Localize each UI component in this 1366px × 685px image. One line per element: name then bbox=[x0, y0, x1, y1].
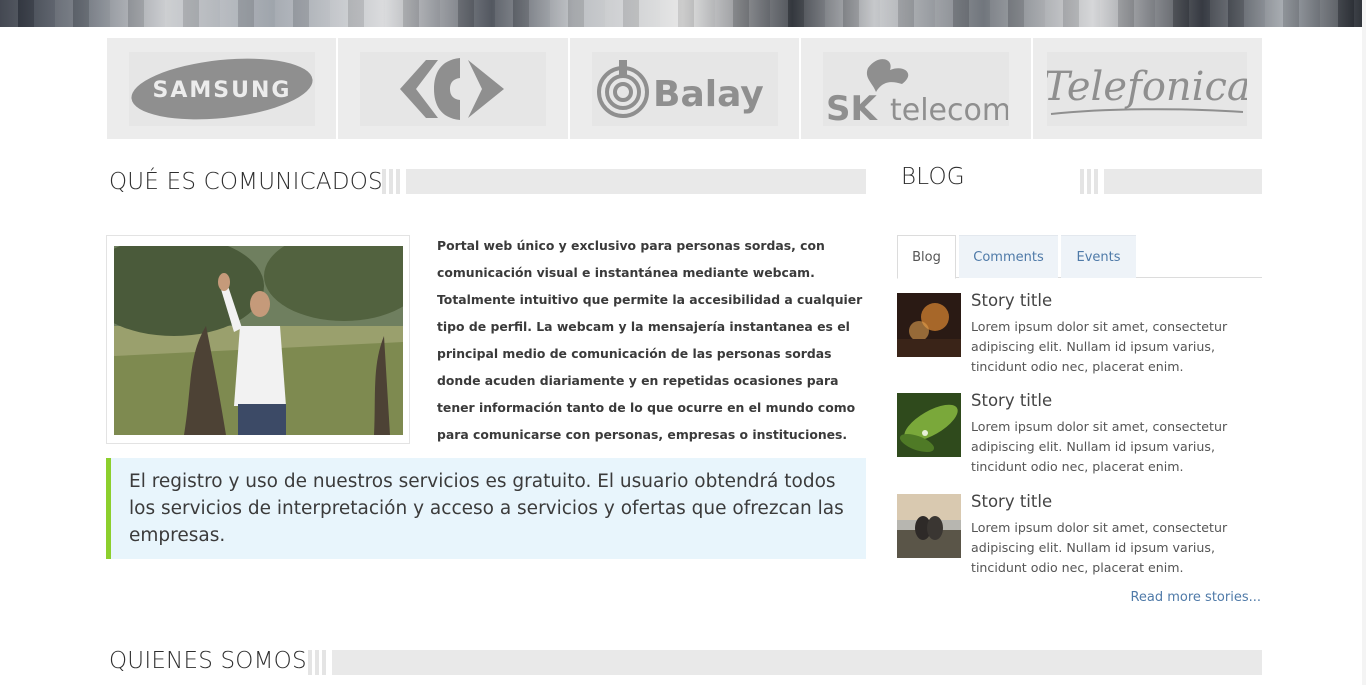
sponsor-sk-telecom[interactable]: SK telecom bbox=[801, 38, 1033, 139]
story-title[interactable]: Story title bbox=[971, 492, 1052, 511]
about-intro-text: Portal web único y exclusivo para person… bbox=[437, 238, 863, 442]
title-decoration-stripes bbox=[308, 650, 326, 675]
sponsor-carrefour[interactable] bbox=[338, 38, 570, 139]
sponsor-balay[interactable]: Balay bbox=[570, 38, 802, 139]
carrefour-logo-icon bbox=[400, 57, 505, 120]
sponsor-telefonica[interactable]: Telefonica bbox=[1033, 38, 1262, 139]
story-excerpt: Lorem ipsum dolor sit amet, consectetur … bbox=[971, 319, 1228, 374]
sk-telecom-logo-icon: SK telecom bbox=[826, 58, 1008, 126]
svg-text:telecom: telecom bbox=[890, 93, 1008, 126]
blog-tabs: Blog Comments Events bbox=[897, 235, 1262, 279]
hero-image-strip bbox=[0, 0, 1366, 27]
title-decoration-bar bbox=[332, 650, 1262, 675]
video-still-image bbox=[114, 246, 403, 435]
page-scrollbar[interactable] bbox=[1362, 0, 1366, 685]
callout-text: El registro y uso de nuestros servicios … bbox=[129, 471, 844, 546]
read-more-stories-link[interactable]: Read more stories... bbox=[1130, 590, 1261, 605]
concert-photo-thumbnail[interactable] bbox=[897, 293, 961, 357]
free-registration-callout: El registro y uso de nuestros servicios … bbox=[106, 458, 866, 559]
story-excerpt: Lorem ipsum dolor sit amet, consectetur … bbox=[971, 419, 1228, 474]
blog-story[interactable]: Story title Lorem ipsum dolor sit amet, … bbox=[897, 291, 1262, 383]
balay-logo-icon: Balay bbox=[596, 59, 764, 118]
title-decoration-bar bbox=[406, 169, 866, 194]
title-decoration-bar bbox=[1104, 169, 1262, 194]
tab-blog[interactable]: Blog bbox=[897, 235, 956, 279]
intro-video[interactable] bbox=[114, 246, 403, 435]
about-title: QUÉ ES COMUNICADOS bbox=[109, 169, 383, 195]
intro-video-frame bbox=[106, 235, 410, 444]
story-title[interactable]: Story title bbox=[971, 291, 1052, 310]
title-decoration-stripes bbox=[1080, 169, 1098, 194]
blog-title: BLOG bbox=[901, 164, 965, 190]
telefonica-logo-icon: Telefonica bbox=[1047, 64, 1247, 115]
couple-photo-thumbnail[interactable] bbox=[897, 494, 961, 558]
story-title[interactable]: Story title bbox=[971, 391, 1052, 410]
telefonica-logo-text: Telefonica bbox=[1047, 64, 1247, 110]
blog-story[interactable]: Story title Lorem ipsum dolor sit amet, … bbox=[897, 391, 1262, 483]
samsung-logo-icon: SAMSUNG bbox=[131, 58, 313, 119]
sponsor-samsung[interactable]: SAMSUNG bbox=[107, 38, 339, 139]
team-title: QUIENES SOMOS bbox=[109, 648, 307, 674]
sponsor-logos: SAMSUNG Balay SK telecom Telefonica bbox=[107, 38, 1262, 139]
leaf-photo-thumbnail[interactable] bbox=[897, 393, 961, 457]
tab-comments[interactable]: Comments bbox=[959, 235, 1058, 278]
samsung-logo-text: SAMSUNG bbox=[152, 78, 291, 103]
title-decoration-stripes bbox=[382, 169, 400, 194]
blog-story[interactable]: Story title Lorem ipsum dolor sit amet, … bbox=[897, 492, 1262, 584]
tab-events[interactable]: Events bbox=[1061, 235, 1136, 278]
balay-logo-text: Balay bbox=[653, 74, 764, 115]
story-excerpt: Lorem ipsum dolor sit amet, consectetur … bbox=[971, 520, 1228, 575]
svg-text:SK: SK bbox=[826, 89, 878, 126]
